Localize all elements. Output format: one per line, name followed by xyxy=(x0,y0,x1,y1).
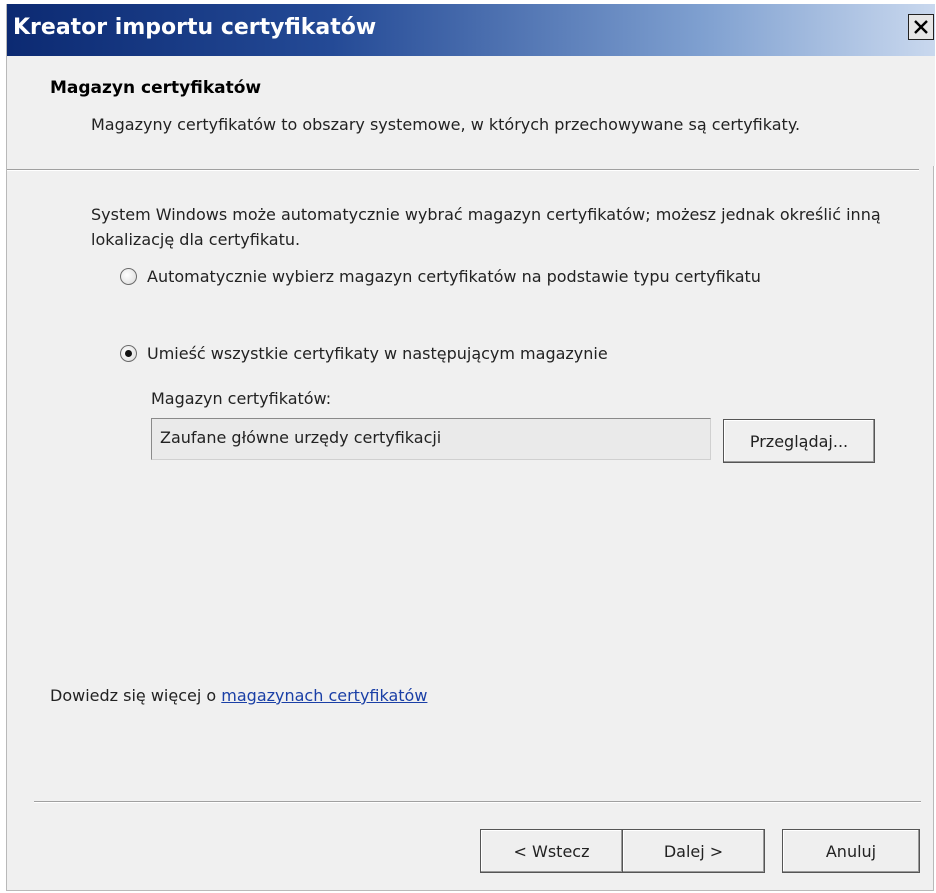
certificate-import-wizard-window: Kreator importu certyfikatów Magazyn cer… xyxy=(6,4,935,891)
footer-divider xyxy=(34,801,921,803)
close-icon xyxy=(914,20,928,34)
title-bar[interactable]: Kreator importu certyfikatów xyxy=(7,4,935,56)
radio-button-unchecked[interactable] xyxy=(120,268,137,285)
wizard-header: Magazyn certyfikatów Magazyny certyfikat… xyxy=(7,56,935,166)
radio-dot xyxy=(125,350,132,357)
radio-label-auto: Automatycznie wybierz magazyn certyfikat… xyxy=(147,267,761,286)
browse-button[interactable]: Przeglądaj... xyxy=(723,419,875,463)
learn-more-text: Dowiedz się więcej o magazynach certyfik… xyxy=(50,686,427,705)
store-field: Zaufane główne urzędy certyfikacji xyxy=(151,418,711,460)
intro-text: System Windows może automatycznie wybrać… xyxy=(91,205,881,249)
learn-more-prefix: Dowiedz się więcej o xyxy=(50,686,222,705)
certificate-stores-link[interactable]: magazynach certyfikatów xyxy=(221,686,427,705)
radio-button-checked[interactable] xyxy=(120,345,137,362)
close-button[interactable] xyxy=(908,14,934,40)
cancel-button[interactable]: Anuluj xyxy=(782,829,920,873)
radio-place-in-store[interactable]: Umieść wszystkie certyfikaty w następują… xyxy=(120,344,608,363)
store-field-label: Magazyn certyfikatów: xyxy=(151,389,332,408)
radio-label-place: Umieść wszystkie certyfikaty w następują… xyxy=(147,344,608,363)
radio-auto-select-store[interactable]: Automatycznie wybierz magazyn certyfikat… xyxy=(120,267,761,286)
header-divider xyxy=(7,169,919,171)
page-description: Magazyny certyfikatów to obszary systemo… xyxy=(91,115,801,134)
back-button[interactable]: < Wstecz xyxy=(480,829,623,873)
window-title: Kreator importu certyfikatów xyxy=(13,15,377,40)
page-title: Magazyn certyfikatów xyxy=(50,78,262,98)
next-button[interactable]: Dalej > xyxy=(622,829,765,873)
